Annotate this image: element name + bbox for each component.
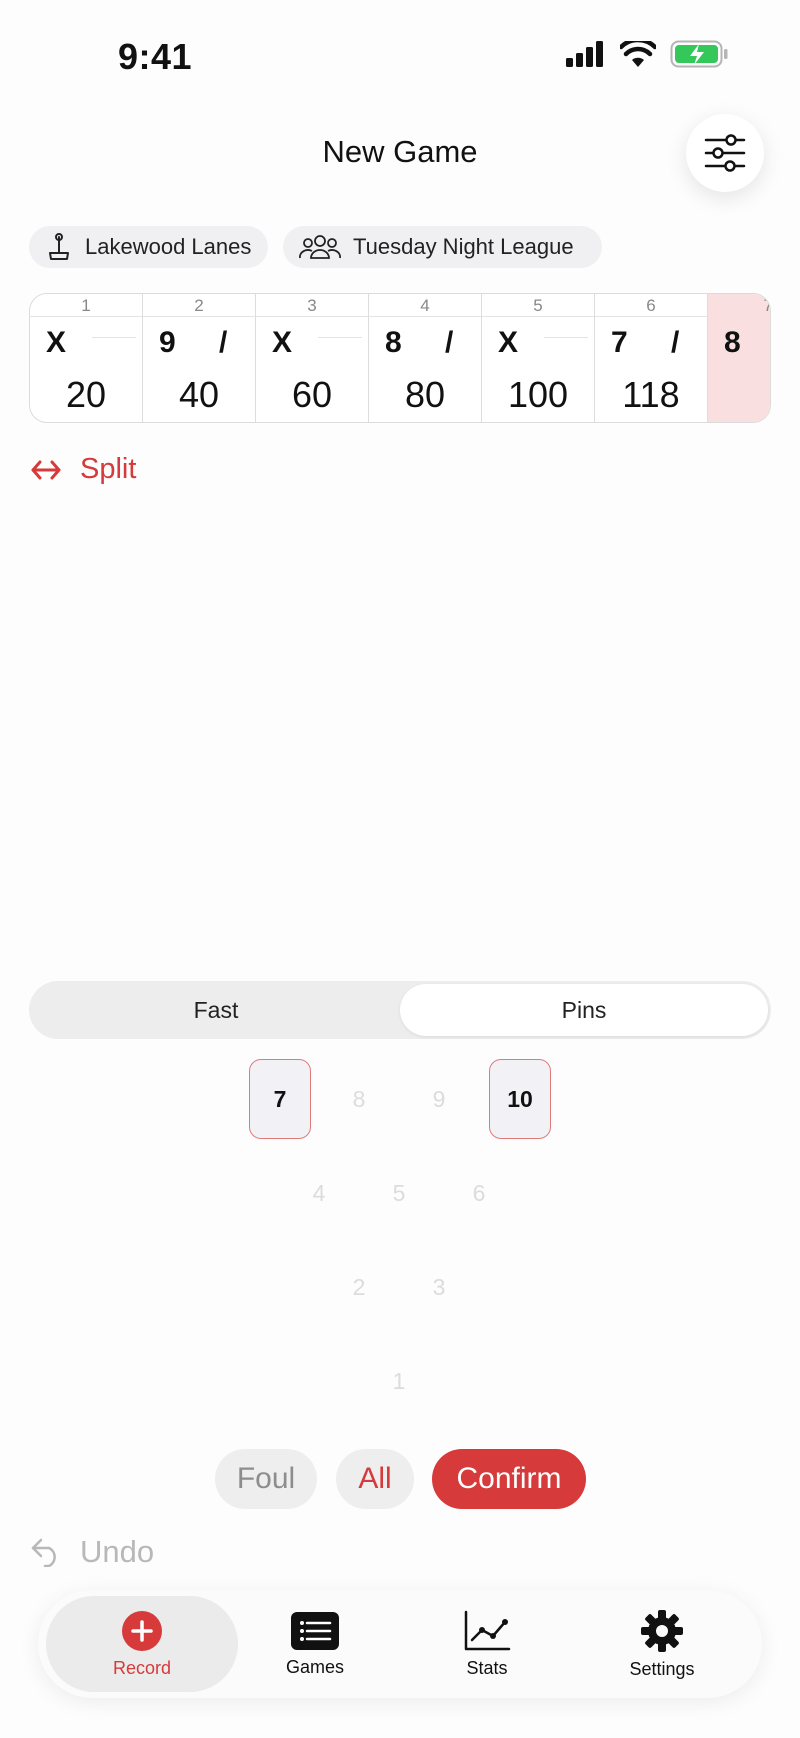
tab-record[interactable]: Record	[46, 1596, 238, 1692]
filter-button[interactable]	[686, 114, 764, 192]
segment-pins[interactable]: Pins	[400, 984, 768, 1036]
location-chip-label: Lakewood Lanes	[85, 234, 252, 259]
foul-button[interactable]: Foul	[215, 1449, 317, 1509]
frame-roll-1: X	[272, 326, 293, 359]
pin-9[interactable]: 9	[409, 1069, 469, 1129]
frame-3[interactable]: 3 X 60	[256, 294, 369, 422]
pin-4[interactable]: 4	[289, 1163, 349, 1223]
all-button[interactable]: All	[336, 1449, 414, 1509]
league-chip-label: Tuesday Night League	[353, 234, 574, 259]
frame-roll-2: /	[671, 326, 680, 359]
pin-5[interactable]: 5	[369, 1163, 429, 1223]
split-label: Split	[80, 453, 137, 485]
frame-roll-2: /	[219, 326, 228, 359]
location-chip[interactable]: Lakewood Lanes	[29, 226, 268, 268]
frame-roll-1: 8	[385, 326, 402, 359]
tab-games-label: Games	[285, 1656, 345, 1677]
split-indicator: Split	[30, 453, 136, 486]
frame-7-current[interactable]: 7 8	[708, 294, 770, 422]
frame-number: 1	[81, 296, 91, 315]
confirm-button[interactable]: Confirm	[432, 1449, 586, 1509]
undo-button[interactable]: Undo	[30, 1534, 154, 1570]
segment-fast[interactable]: Fast	[32, 984, 400, 1036]
frame-number: 6	[646, 296, 656, 315]
undo-arrow-icon	[31, 1538, 56, 1567]
line-chart-icon	[464, 1610, 511, 1650]
frame-total: 20	[65, 374, 107, 415]
frame-roll-1: 7	[611, 326, 628, 359]
frame-roll-2: /	[445, 326, 454, 359]
input-mode-segmented-control[interactable]: Fast Pins	[29, 981, 771, 1039]
frame-6[interactable]: 6 7 / 118	[595, 294, 708, 422]
frame-total: 100	[507, 374, 569, 415]
tab-stats[interactable]: Stats	[410, 1590, 564, 1698]
sliders-icon	[704, 134, 746, 172]
gear-icon	[641, 1609, 683, 1652]
frame-4[interactable]: 4 8 / 80	[369, 294, 482, 422]
tab-record-label: Record	[112, 1657, 172, 1678]
split-arrows-icon	[31, 460, 61, 479]
frame-roll-1: X	[46, 326, 67, 359]
frame-number: 5	[533, 296, 543, 315]
frame-number: 2	[194, 296, 204, 315]
cellular-signal-icon	[566, 41, 603, 67]
pin-6[interactable]: 6	[449, 1163, 509, 1223]
frame-5[interactable]: 5 X 100	[482, 294, 595, 422]
pin-8[interactable]: 8	[329, 1069, 389, 1129]
battery-charging-icon	[670, 40, 728, 68]
status-icons	[566, 40, 728, 68]
frame-number: 3	[307, 296, 317, 315]
page-title: New Game	[322, 134, 478, 169]
frame-2[interactable]: 2 9 / 40	[143, 294, 256, 422]
pin-1[interactable]: 1	[369, 1351, 429, 1411]
tab-settings[interactable]: Settings	[580, 1590, 744, 1698]
frame-roll-1: 9	[159, 326, 176, 359]
frame-total: 118	[622, 374, 680, 415]
tab-stats-label: Stats	[466, 1657, 508, 1678]
tab-bar: Record Games Stats Settings	[38, 1590, 762, 1698]
joystick-icon	[49, 233, 69, 260]
tab-settings-label: Settings	[629, 1658, 695, 1679]
plus-circle-icon	[122, 1610, 162, 1651]
pin-2[interactable]: 2	[329, 1257, 389, 1317]
frame-number: 7	[764, 296, 770, 316]
wifi-icon	[620, 41, 656, 67]
undo-label: Undo	[80, 1534, 155, 1569]
pin-7[interactable]: 7	[249, 1059, 311, 1139]
frame-roll-1: 8	[724, 326, 741, 359]
frame-number: 4	[420, 296, 430, 315]
pin-3[interactable]: 3	[409, 1257, 469, 1317]
list-icon	[291, 1611, 339, 1650]
frame-1[interactable]: 1 X 20	[30, 294, 143, 422]
tab-games[interactable]: Games	[238, 1590, 392, 1698]
frame-total: 40	[178, 374, 220, 415]
frame-total: 60	[291, 374, 333, 415]
scorecard[interactable]: 1 X 20 2 9 / 40 3 X 60 4 8 / 80 5 X 100 …	[29, 293, 771, 423]
status-time: 9:41	[118, 36, 193, 77]
pin-10[interactable]: 10	[489, 1059, 551, 1139]
frame-total: 80	[404, 374, 446, 415]
frame-roll-1: X	[498, 326, 519, 359]
league-chip[interactable]: Tuesday Night League	[283, 226, 602, 268]
people-group-icon	[299, 235, 341, 259]
